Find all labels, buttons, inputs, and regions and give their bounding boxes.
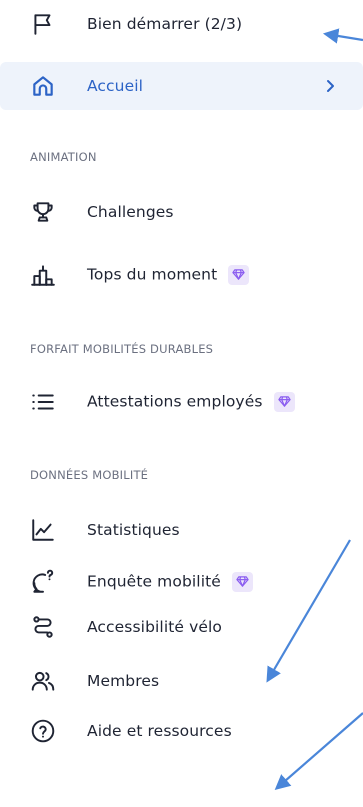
nav-item-label: Accueil xyxy=(87,77,144,95)
section-heading-forfait: FORFAIT MOBILITÉS DURABLES xyxy=(30,342,214,356)
route-icon xyxy=(30,614,56,640)
premium-badge xyxy=(273,392,295,412)
nav-item-membres[interactable]: Membres xyxy=(20,661,343,701)
nav-item-challenges[interactable]: Challenges xyxy=(20,192,343,232)
nav-item-text: Attestations employés xyxy=(87,392,263,411)
podium-icon xyxy=(30,262,56,288)
nav-item-text: Enquête mobilité xyxy=(87,572,221,591)
chevron-right-icon xyxy=(327,80,334,92)
nav-item-statistiques[interactable]: Statistiques xyxy=(20,510,343,550)
nav-item-text: Tops du moment xyxy=(87,265,218,284)
nav-item-getting-started[interactable]: Bien démarrer (2/3) xyxy=(20,4,343,44)
nav-item-attestations[interactable]: Attestations employés xyxy=(20,382,343,422)
nav-item-home[interactable]: Accueil xyxy=(0,62,363,110)
nav-item-label: Statistiques xyxy=(87,521,180,539)
nav-item-enquete-mobilite[interactable]: Enquête mobilité xyxy=(20,562,343,602)
nav-item-label: Attestations employés xyxy=(87,392,295,412)
nav-item-label: Accessibilité vélo xyxy=(87,618,222,636)
home-icon xyxy=(30,73,56,99)
nav-item-label: Challenges xyxy=(87,203,174,221)
nav-item-tops-du-moment[interactable]: Tops du moment xyxy=(20,255,343,295)
nav-item-label: Tops du moment xyxy=(87,265,250,285)
nav-item-label: Enquête mobilité xyxy=(87,572,253,592)
sidebar-nav: Bien démarrer (2/3) Accueil ANIMATION Ch… xyxy=(0,0,363,807)
nav-item-aide[interactable]: Aide et ressources xyxy=(20,711,343,751)
nav-item-label: Bien démarrer (2/3) xyxy=(87,15,243,33)
diamond-icon xyxy=(232,269,245,280)
nav-item-accessibilite-velo[interactable]: Accessibilité vélo xyxy=(20,607,343,647)
list-icon xyxy=(30,389,56,415)
premium-badge xyxy=(228,265,250,285)
users-icon xyxy=(30,668,56,694)
premium-badge xyxy=(231,572,253,592)
diamond-icon xyxy=(236,576,249,587)
nav-item-label: Membres xyxy=(87,672,160,690)
line-chart-icon xyxy=(30,517,56,543)
trophy-icon xyxy=(30,199,56,225)
section-heading-donnees: DONNÉES MOBILITÉ xyxy=(30,468,149,482)
flag-icon xyxy=(30,11,56,37)
section-heading-animation: ANIMATION xyxy=(30,150,97,164)
survey-icon xyxy=(30,569,56,595)
nav-item-label: Aide et ressources xyxy=(87,722,232,740)
help-icon xyxy=(30,718,56,744)
diamond-icon xyxy=(277,396,291,407)
